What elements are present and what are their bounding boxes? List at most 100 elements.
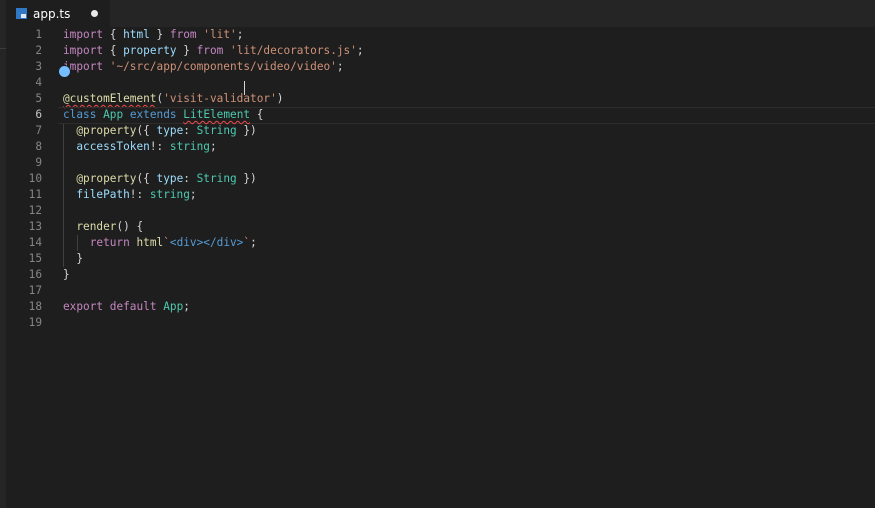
- code-editor[interactable]: 1 import { html } from 'lit'; 2 import { pr…: [6, 27, 875, 508]
- code-line[interactable]: 5 @customElement('visit-validator'): [6, 91, 875, 107]
- tab-label: app.ts: [33, 6, 71, 21]
- code-token: render: [76, 220, 117, 233]
- code-token: () {: [116, 220, 144, 233]
- code-token: import: [63, 28, 104, 41]
- code-token: import: [63, 44, 104, 57]
- code-line[interactable]: 13 render() {: [6, 219, 875, 235]
- code-token: ): [276, 92, 284, 105]
- code-token: !:: [149, 140, 170, 153]
- code-token: html: [123, 28, 150, 41]
- code-line[interactable]: 6 class App extends LitElement {: [6, 107, 875, 124]
- line-number: 11: [28, 188, 42, 201]
- code-line[interactable]: 16}: [6, 267, 875, 283]
- code-token: export: [63, 300, 104, 313]
- unsaved-dot-icon[interactable]: [91, 10, 98, 17]
- code-text: @customElement('visit-validator'): [63, 91, 283, 107]
- code-token: }): [236, 124, 257, 137]
- code-line[interactable]: 2 import { property } from 'lit/decorator…: [6, 43, 875, 59]
- line-number: 7: [35, 124, 42, 137]
- line-number: 15: [28, 252, 42, 265]
- code-token: ;: [250, 236, 257, 249]
- code-token: `: [163, 236, 170, 249]
- code-token: !:: [129, 188, 150, 201]
- code-text: import { property } from 'lit/decorators…: [63, 43, 364, 59]
- code-token: '~/src/app/components/video/video': [109, 60, 337, 73]
- line-number: 17: [28, 284, 42, 297]
- tab-bar: app.ts: [0, 0, 875, 27]
- code-line[interactable]: 8 accessToken!: string;: [6, 139, 875, 155]
- code-line[interactable]: 12: [6, 203, 875, 219]
- code-token: string: [169, 140, 210, 153]
- code-token: ({: [136, 124, 157, 137]
- code-line[interactable]: 4: [6, 75, 875, 91]
- code-line[interactable]: 3 import '~/src/app/components/video/vide…: [6, 59, 875, 75]
- code-token: {: [103, 28, 124, 41]
- code-token: 'lit': [203, 28, 237, 41]
- code-text: return html`<div></div>`;: [63, 235, 257, 251]
- code-token: extends: [129, 108, 177, 121]
- code-line[interactable]: 18 export default App;: [6, 299, 875, 315]
- line-number: 13: [28, 220, 42, 233]
- code-token: type: [156, 124, 184, 137]
- code-token: :: [183, 172, 197, 185]
- code-token: }: [63, 268, 70, 281]
- code-token: App: [103, 108, 124, 121]
- code-token: App: [163, 300, 184, 313]
- line-number: 4: [35, 76, 42, 89]
- code-line[interactable]: 17: [6, 283, 875, 299]
- code-text: }: [63, 267, 70, 283]
- text-cursor: [244, 81, 245, 95]
- line-number: 16: [28, 268, 42, 281]
- line-number: 3: [35, 60, 42, 73]
- code-text: accessToken!: string;: [63, 139, 217, 155]
- code-token: html: [136, 236, 164, 249]
- code-token: ({: [136, 172, 157, 185]
- code-token: }): [236, 172, 257, 185]
- code-line[interactable]: 15 }: [6, 251, 875, 267]
- typescript-file-icon: [16, 8, 27, 19]
- code-token: ;: [209, 140, 217, 153]
- code-token: 'visit-validator': [163, 92, 277, 105]
- tab-app-ts[interactable]: app.ts: [6, 0, 110, 27]
- code-text: @property({ type: String }): [63, 123, 257, 139]
- code-line[interactable]: 10 @property({ type: String }): [6, 171, 875, 187]
- code-line[interactable]: 11 filePath!: string;: [6, 187, 875, 203]
- line-number: 2: [35, 44, 42, 57]
- line-number: 18: [28, 300, 42, 313]
- code-text: }: [63, 251, 83, 267]
- code-token: }: [63, 252, 84, 265]
- code-token: ;: [356, 44, 364, 57]
- code-token: from: [169, 28, 197, 41]
- code-token: ;: [189, 188, 197, 201]
- line-number: 12: [28, 204, 42, 217]
- code-line[interactable]: 14 return html`<div></div>`;: [6, 235, 875, 251]
- code-token: }: [176, 44, 197, 57]
- code-text: class App extends LitElement {: [63, 107, 263, 123]
- code-token: String: [196, 124, 237, 137]
- line-number: 8: [35, 140, 42, 153]
- line-number: 6: [35, 108, 42, 121]
- lightbulb-icon[interactable]: [58, 65, 71, 78]
- code-text: import '~/src/app/components/video/video…: [63, 59, 344, 75]
- code-line[interactable]: 9: [6, 155, 875, 171]
- code-token: @property: [76, 124, 137, 137]
- code-line[interactable]: 19: [6, 315, 875, 331]
- code-token: type: [156, 172, 184, 185]
- error-token: @customElement: [63, 92, 157, 105]
- code-line[interactable]: 7 @property({ type: String }): [6, 123, 875, 139]
- code-token: }: [149, 28, 170, 41]
- code-line[interactable]: 1 import { html } from 'lit';: [6, 27, 875, 43]
- code-token: 'lit/decorators.js': [230, 44, 357, 57]
- code-token: String: [196, 172, 237, 185]
- code-token: default: [109, 300, 157, 313]
- error-token: LitElement: [183, 108, 251, 121]
